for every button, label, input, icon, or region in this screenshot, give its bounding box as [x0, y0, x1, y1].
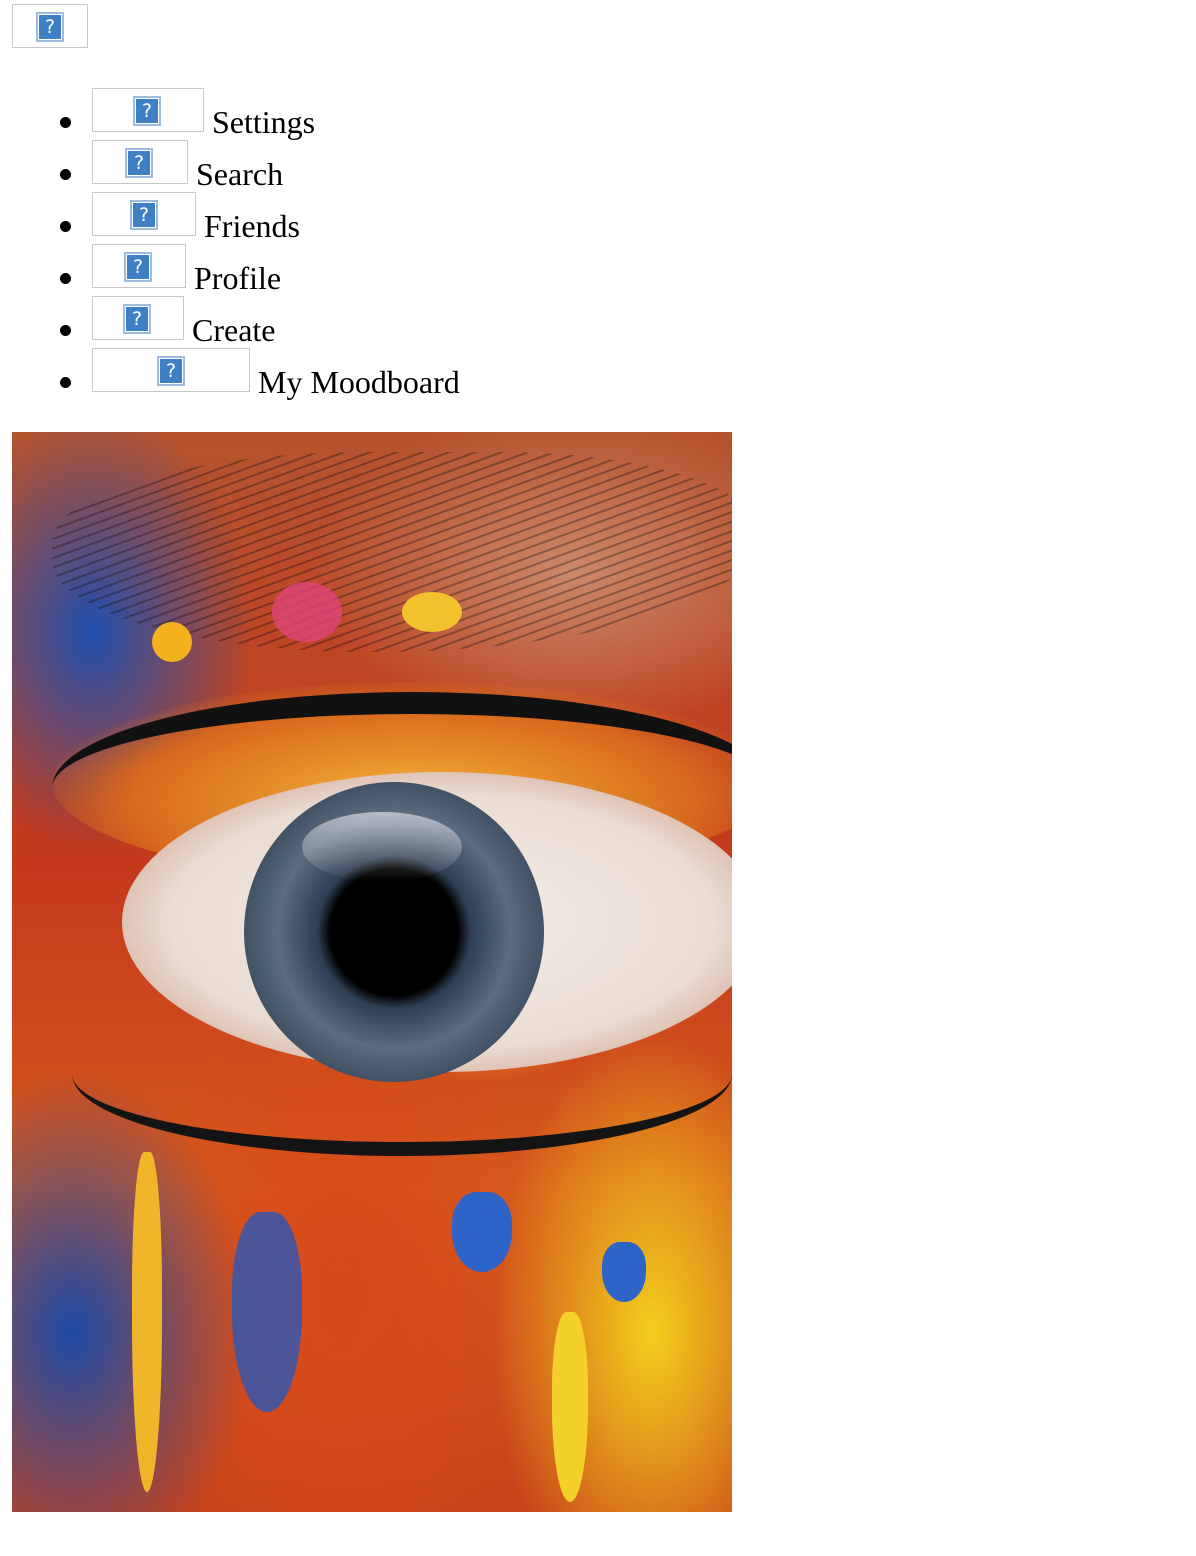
list-bullet [60, 221, 71, 232]
paint-drip-shape [402, 592, 462, 632]
broken-image-icon: ? [124, 252, 152, 282]
broken-image-icon: ? [123, 304, 151, 334]
settings-icon-image[interactable]: ? [92, 88, 204, 132]
nav-item-create[interactable]: ? Create [0, 296, 700, 348]
paint-drip-shape [602, 1242, 646, 1302]
list-bullet [60, 117, 71, 128]
nav-item-profile[interactable]: ? Profile [0, 244, 700, 296]
nav-item-search[interactable]: ? Search [0, 140, 700, 192]
broken-image-icon: ? [133, 96, 161, 126]
upper-lashes-shape [52, 692, 732, 884]
paint-drip-shape [552, 1312, 588, 1502]
paint-drip-shape [452, 1192, 512, 1272]
list-bullet [60, 325, 71, 336]
nav-label-friends[interactable]: Friends [204, 208, 300, 244]
list-bullet [60, 377, 71, 388]
paint-drip-shape [152, 622, 192, 662]
page: ? ? Settings ? Search ? Friends ? Profil… [0, 0, 1196, 1556]
broken-image-icon: ? [157, 356, 185, 386]
hero-eye-image[interactable] [12, 432, 732, 1512]
broken-image-icon: ? [130, 200, 158, 230]
nav-label-my-moodboard[interactable]: My Moodboard [258, 364, 460, 400]
nav-label-profile[interactable]: Profile [194, 260, 281, 296]
profile-icon-image[interactable]: ? [92, 244, 186, 288]
paint-drip-shape [132, 1152, 162, 1492]
paint-drip-shape [232, 1212, 302, 1412]
search-icon-image[interactable]: ? [92, 140, 188, 184]
logo-image[interactable]: ? [12, 4, 88, 48]
nav-label-create[interactable]: Create [192, 312, 276, 348]
create-icon-image[interactable]: ? [92, 296, 184, 340]
list-bullet [60, 273, 71, 284]
nav-item-my-moodboard[interactable]: ? My Moodboard [0, 348, 700, 400]
nav-item-friends[interactable]: ? Friends [0, 192, 700, 244]
lower-lashes-shape [72, 992, 732, 1156]
paint-drip-shape [272, 582, 342, 642]
nav-item-settings[interactable]: ? Settings [0, 88, 700, 140]
nav-label-settings[interactable]: Settings [212, 104, 315, 140]
nav-label-search[interactable]: Search [196, 156, 283, 192]
eyebrow-shape [52, 452, 732, 652]
list-bullet [60, 169, 71, 180]
friends-icon-image[interactable]: ? [92, 192, 196, 236]
moodboard-icon-image[interactable]: ? [92, 348, 250, 392]
broken-image-icon: ? [36, 12, 64, 42]
broken-image-icon: ? [125, 148, 153, 178]
